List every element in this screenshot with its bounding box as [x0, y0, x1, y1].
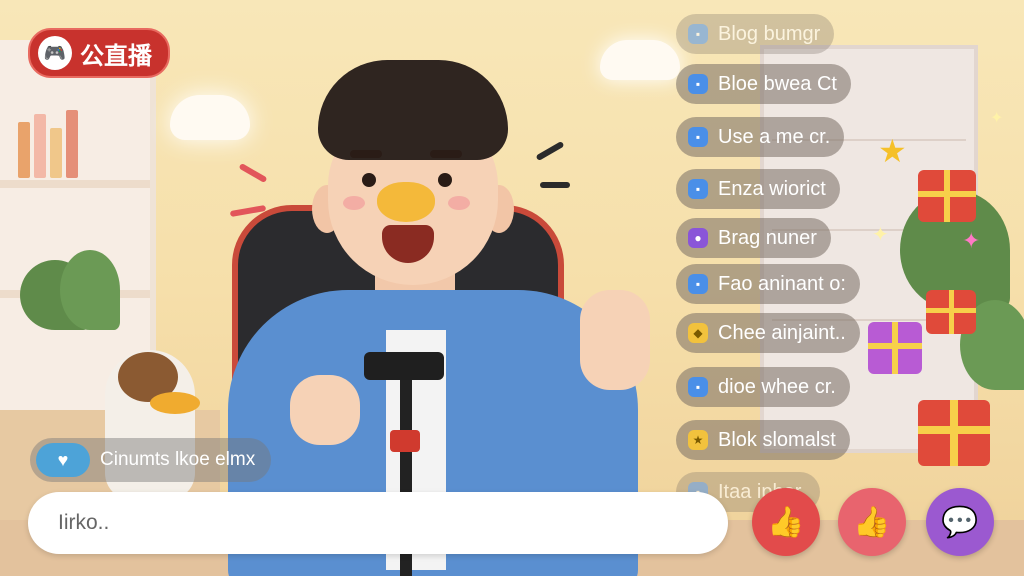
gift-icon — [918, 400, 990, 466]
chat-message-text: dioe whee cr. — [718, 375, 836, 398]
chat-bubble-icon: ▪ — [688, 377, 708, 397]
app-logo-text: 公直播 — [80, 42, 152, 70]
chat-message: ▪ Enza wiorict — [676, 169, 840, 209]
comment-button[interactable]: 💬 — [926, 488, 994, 556]
streamer-eye — [438, 173, 452, 187]
chat-message-text: Fao aninant o: — [718, 272, 846, 295]
streamer-cheek — [343, 196, 365, 210]
gift-icon — [926, 290, 976, 334]
chat-message: ▪ Blog bumgr — [676, 14, 835, 54]
chat-bubble-icon: ▪ — [688, 24, 708, 44]
streamer-hand — [290, 375, 360, 445]
chat-message: ★ Blok slomalst — [676, 420, 850, 460]
thumbs-up-icon: 👍 — [767, 505, 805, 539]
sparkle-icon: ✦ — [990, 110, 1004, 127]
chat-input[interactable] — [56, 510, 660, 536]
streamer-hair — [318, 60, 508, 160]
chat-message-text: Chee ainjaint.. — [718, 321, 846, 344]
cloud-lamp — [170, 95, 250, 140]
chat-message-text: Brag nuner — [718, 226, 817, 249]
game-controller-icon: 🎮 — [38, 36, 72, 70]
streamer-brow — [430, 150, 462, 158]
chat-bubble-icon: ▪ — [688, 179, 708, 199]
sparkle-icon — [535, 140, 565, 162]
cloud-lamp — [600, 40, 680, 80]
star-icon: ★ — [878, 133, 907, 169]
live-stream-view: ★ ✦ ✦ ✦ 🎮 公直播 ▪ Blog bumgr ▪ Bloe bwea C… — [0, 0, 1024, 576]
chat-bubble-icon: ▪ — [688, 274, 708, 294]
streamer-cheek — [448, 196, 470, 210]
duck-plush-beak — [150, 392, 200, 414]
plant — [60, 250, 120, 330]
chat-message-text: Use a me cr. — [718, 125, 831, 148]
streamer-hand — [580, 290, 650, 390]
chat-message: ▪ Bloe bwea Ct — [676, 64, 851, 104]
chat-message-text: Bloe bwea Ct — [718, 72, 837, 95]
gift-icon — [918, 170, 976, 222]
gift-icon — [868, 322, 922, 374]
star-icon: ★ — [688, 430, 708, 450]
app-logo[interactable]: 🎮 公直播 — [28, 28, 170, 78]
chat-bubble-icon: ▪ — [688, 74, 708, 94]
chat-message: ◆ Chee ainjaint.. — [676, 313, 860, 353]
sparkle-icon: ✦ — [962, 228, 981, 253]
duck-beak-filter — [377, 182, 435, 222]
chat-composer[interactable] — [28, 492, 728, 554]
streamer-eye — [362, 173, 376, 187]
sparkle-icon — [238, 162, 268, 184]
chat-message: ▪ Use a me cr. — [676, 117, 845, 157]
thumbs-up-icon: 👍 — [853, 505, 891, 539]
join-notice: ♥ Cinumts lkoe elmx — [30, 438, 272, 482]
chat-bubble-icon: ▪ — [688, 127, 708, 147]
chat-message: ▪ Fao aninant o: — [676, 264, 860, 304]
sparkle-icon — [540, 182, 570, 188]
like-secondary-button[interactable]: 👍 — [838, 488, 906, 556]
shield-icon: ◆ — [688, 323, 708, 343]
chat-message-text: Enza wiorict — [718, 177, 826, 200]
chat-heart-icon: 💬 — [941, 505, 979, 539]
notice-text: Cinumts lkoe elmx — [100, 449, 256, 470]
sparkle-icon: ✦ — [872, 224, 889, 246]
like-button[interactable]: 👍 — [752, 488, 820, 556]
chat-message: ▪ dioe whee cr. — [676, 367, 850, 407]
chat-message-text: Blog bumgr — [718, 22, 821, 45]
game-controller-icon: ● — [688, 228, 708, 248]
hearts-icon: ♥ — [36, 443, 90, 477]
camera-icon — [364, 352, 444, 380]
streamer-brow — [350, 150, 382, 158]
chat-message-text: Blok slomalst — [718, 428, 836, 451]
chat-message: ● Brag nuner — [676, 218, 831, 258]
mic-knob — [390, 430, 420, 452]
